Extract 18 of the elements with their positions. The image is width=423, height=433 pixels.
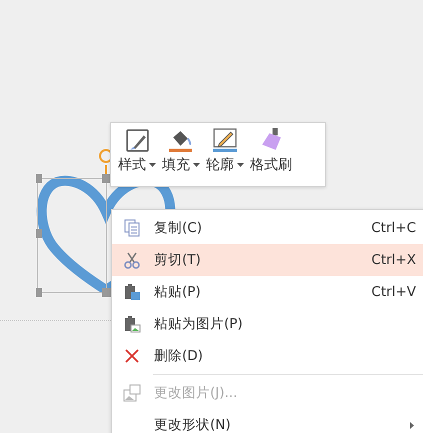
- paste-picture-icon: [122, 314, 142, 334]
- toolbar-button[interactable]: 填充: [159, 127, 203, 186]
- style-icon: [124, 127, 150, 153]
- pencil-icon: [212, 127, 238, 153]
- paste-icon: [122, 282, 142, 302]
- toolbar-button[interactable]: 样式: [115, 127, 159, 186]
- menu-item[interactable]: 删除(D): [112, 340, 423, 372]
- selection-frame[interactable]: [36, 146, 112, 298]
- menu-item[interactable]: 复制(C) Ctrl+C: [112, 212, 423, 244]
- toolbar-button[interactable]: 格式刷: [247, 127, 295, 186]
- menu-item[interactable]: 粘贴为图片(P): [112, 308, 423, 340]
- scissors-icon: [122, 250, 142, 270]
- menu-item[interactable]: 剪切(T) Ctrl+X: [112, 244, 423, 276]
- menu-item[interactable]: 粘贴(P) Ctrl+V: [112, 276, 423, 308]
- menu-item[interactable]: 更改形状(N): [112, 409, 423, 433]
- change-picture-icon: [122, 383, 142, 403]
- toolbar-button[interactable]: 轮廓: [203, 127, 247, 186]
- copy-icon: [122, 218, 142, 238]
